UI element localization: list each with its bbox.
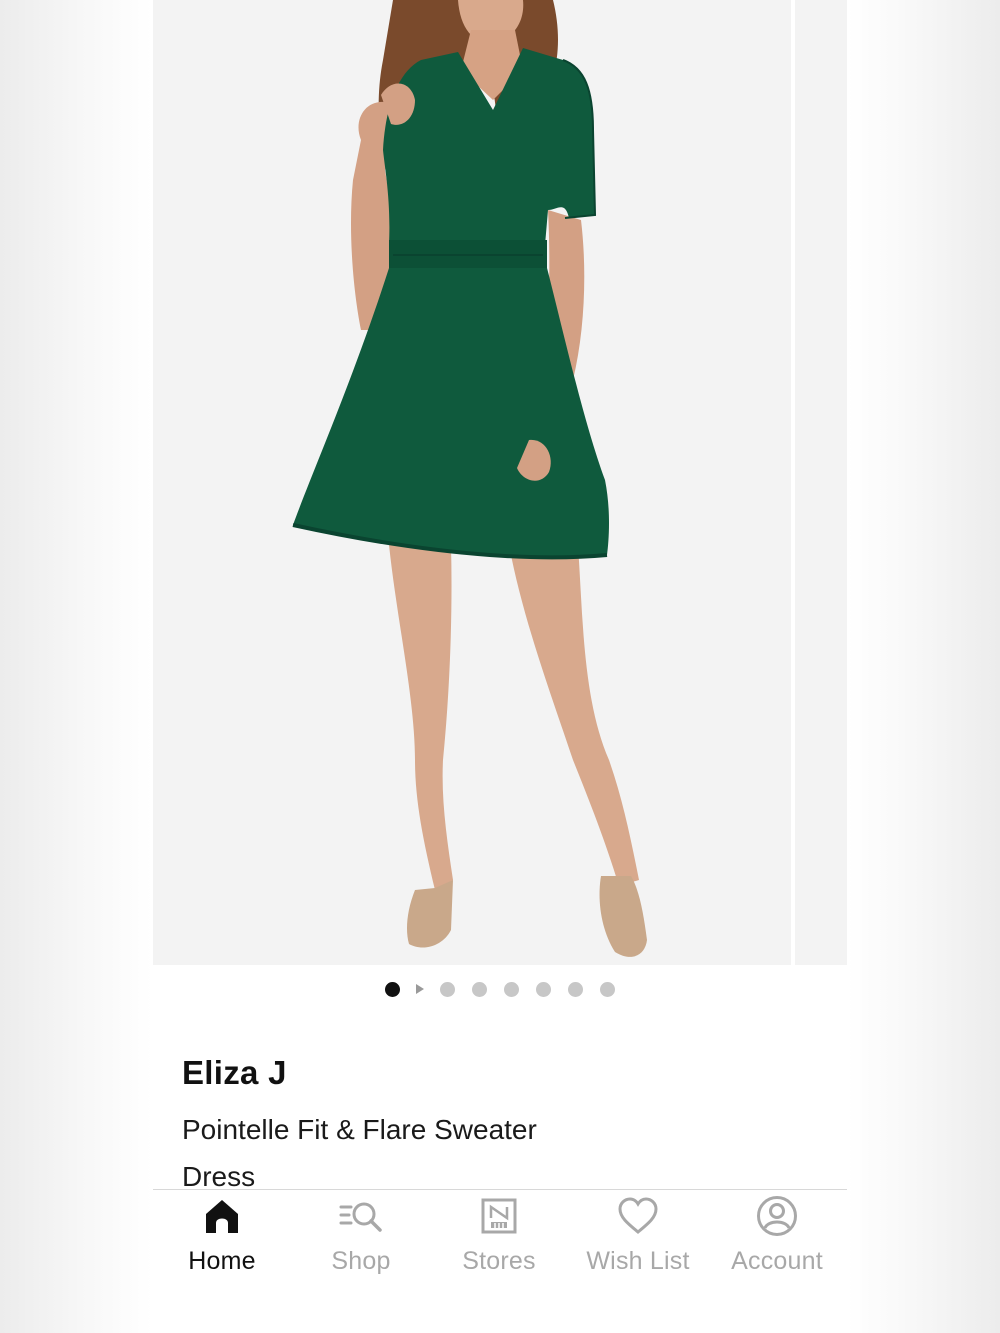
product-photo: [153, 0, 847, 965]
gallery-pagination[interactable]: [153, 981, 847, 997]
heart-icon: [617, 1195, 659, 1237]
bottom-tab-bar: Home Shop Stores Wish List Account: [153, 1189, 847, 1333]
tab-stores[interactable]: Stores: [430, 1190, 568, 1290]
tab-shop[interactable]: Shop: [292, 1190, 430, 1290]
tab-wish-list[interactable]: Wish List: [569, 1190, 707, 1290]
home-icon: [203, 1195, 241, 1237]
pagination-dot[interactable]: [472, 981, 487, 997]
pagination-dot[interactable]: [568, 981, 583, 997]
tab-account-label: Account: [731, 1247, 823, 1275]
stores-icon: [480, 1195, 518, 1237]
tab-stores-label: Stores: [462, 1247, 536, 1275]
tab-account[interactable]: Account: [708, 1190, 846, 1290]
tab-wish-list-label: Wish List: [586, 1247, 690, 1275]
shop-search-icon: [339, 1195, 383, 1237]
pagination-dot[interactable]: [600, 981, 615, 997]
product-name: Pointelle Fit & Flare Sweater Dress: [182, 1114, 537, 1190]
next-image-peek[interactable]: [791, 0, 847, 965]
phone-screen: Eliza J Pointelle Fit & Flare Sweater Dr…: [153, 0, 847, 1333]
tab-home[interactable]: Home: [153, 1190, 291, 1290]
tab-shop-label: Shop: [331, 1247, 391, 1275]
account-icon: [756, 1195, 798, 1237]
pagination-dot[interactable]: [504, 981, 519, 997]
video-play-icon[interactable]: [416, 984, 424, 994]
product-image-gallery[interactable]: [153, 0, 847, 965]
pagination-dot[interactable]: [440, 981, 455, 997]
tab-home-label: Home: [188, 1247, 256, 1275]
pagination-dot[interactable]: [385, 981, 400, 997]
pagination-dot[interactable]: [536, 981, 551, 997]
product-brand[interactable]: Eliza J: [182, 1054, 287, 1092]
